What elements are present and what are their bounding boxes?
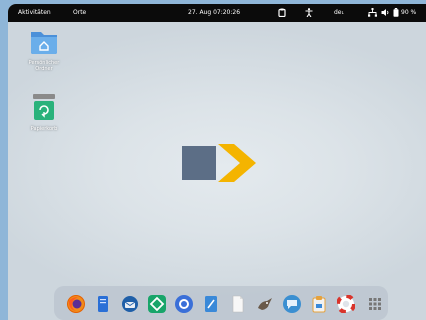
dock-disks-icon[interactable] [175,295,193,313]
logo-icon [182,144,256,182]
trash-icon [33,94,55,120]
accessibility-icon[interactable] [305,8,313,19]
activities-button[interactable]: Aktivitäten [18,9,51,16]
desktop-icon-trash[interactable]: Papierkorb [20,92,68,132]
network-icon[interactable] [368,8,377,19]
dock-help-icon[interactable] [336,294,356,314]
dock-chat-icon[interactable] [283,295,301,313]
dock-app-grid-icon[interactable] [366,295,384,313]
clock[interactable]: 27. Aug 07:20:26 [188,9,240,16]
home-folder-icon [31,32,57,54]
dock-software-icon[interactable] [148,295,166,313]
battery-percentage[interactable]: 90 % [401,9,416,16]
desktop-icon-label: Papierkorb [30,126,58,132]
distribution-logo [182,144,262,194]
volume-icon[interactable] [381,8,390,19]
desktop-icon-label: Persönlicher Ordner [28,60,60,72]
dock-editor-icon[interactable] [202,295,220,313]
dock-thunderbird-icon[interactable] [121,295,139,313]
dock [54,286,388,320]
desktop-screen: Aktivitäten Orte 27. Aug 07:20:26 de₁ 90… [8,4,426,320]
dock-documents-icon[interactable] [229,295,247,313]
dock-gimp-icon[interactable] [256,295,274,313]
places-menu[interactable]: Orte [73,9,86,16]
dock-clipboard-icon[interactable] [310,295,328,313]
keyboard-layout-indicator[interactable]: de₁ [334,9,344,16]
top-bar: Aktivitäten Orte 27. Aug 07:20:26 de₁ 90… [8,4,426,22]
dock-notes-icon[interactable] [94,295,112,313]
battery-icon[interactable] [393,8,399,19]
desktop-icon-home[interactable]: Persönlicher Ordner [20,26,68,72]
dock-firefox-icon[interactable] [67,295,85,313]
clipboard-indicator-icon[interactable] [278,8,286,19]
